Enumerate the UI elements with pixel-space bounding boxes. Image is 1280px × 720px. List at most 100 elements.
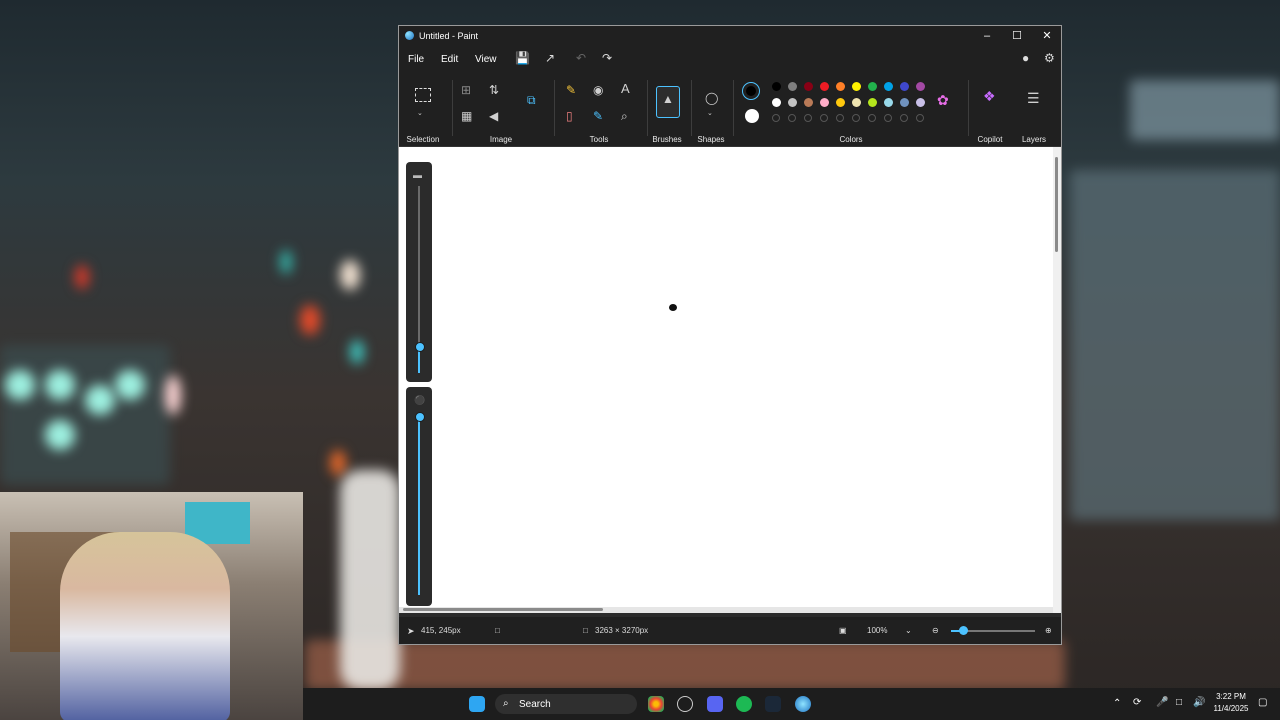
webcam-person bbox=[60, 532, 230, 720]
secondary-color-swatch[interactable] bbox=[745, 109, 759, 123]
settings-gear-icon[interactable]: ⚙ bbox=[1044, 51, 1055, 65]
volume-icon[interactable]: 🔊 bbox=[1193, 697, 1205, 708]
horizontal-scroll-thumb[interactable] bbox=[403, 608, 603, 611]
eraser-icon[interactable]: ▯ bbox=[566, 110, 573, 122]
drawing-canvas[interactable]: ▬ ⚫ bbox=[399, 147, 1055, 613]
palette-swatch[interactable] bbox=[916, 82, 925, 91]
palette-swatch[interactable] bbox=[868, 82, 877, 91]
opacity-track-fill bbox=[418, 415, 420, 595]
palette-swatch[interactable] bbox=[788, 82, 797, 91]
zoom-level[interactable]: 100% bbox=[867, 626, 887, 635]
zoom-out-icon[interactable]: ⊖ bbox=[932, 626, 939, 635]
palette-swatch[interactable] bbox=[916, 98, 925, 107]
fit-to-window-icon[interactable]: ▣ bbox=[839, 626, 847, 635]
canvas-size-icon: □ bbox=[583, 626, 588, 635]
palette-swatch[interactable] bbox=[772, 82, 781, 91]
maximize-icon[interactable]: ☐ bbox=[1002, 28, 1032, 44]
palette-swatch[interactable] bbox=[852, 82, 861, 91]
taskbar-search[interactable]: ⌕ Search bbox=[495, 694, 637, 714]
zoom-slider-track[interactable] bbox=[951, 626, 1035, 635]
save-icon[interactable]: 💾 bbox=[515, 51, 530, 65]
vertical-scroll-thumb[interactable] bbox=[1055, 157, 1058, 252]
palette-swatch[interactable] bbox=[772, 98, 781, 107]
show-hidden-icons-chevron-icon[interactable]: ⌃ bbox=[1113, 698, 1121, 709]
palette-swatch[interactable] bbox=[836, 98, 845, 107]
palette-swatch[interactable] bbox=[900, 98, 909, 107]
discord-icon[interactable] bbox=[707, 696, 723, 712]
empty-custom-swatch[interactable] bbox=[916, 114, 924, 122]
opacity-slider-thumb[interactable] bbox=[415, 412, 425, 422]
brush-size-slider-thumb[interactable] bbox=[415, 342, 425, 352]
empty-custom-swatch[interactable] bbox=[900, 114, 908, 122]
share-icon[interactable]: ↗ bbox=[545, 51, 555, 65]
palette-swatch[interactable] bbox=[852, 98, 861, 107]
palette-swatch[interactable] bbox=[788, 98, 797, 107]
palette-swatch[interactable] bbox=[884, 98, 893, 107]
notification-icon[interactable]: ▢ bbox=[1258, 697, 1267, 708]
group-label-tools: Tools bbox=[589, 135, 609, 144]
empty-custom-swatch[interactable] bbox=[804, 114, 812, 122]
vertical-scrollbar[interactable] bbox=[1053, 147, 1061, 613]
sync-icon[interactable]: ⟳ bbox=[1133, 697, 1141, 708]
background-removal-icon[interactable]: ▦ bbox=[461, 110, 472, 122]
palette-swatch[interactable] bbox=[804, 98, 813, 107]
palette-swatch[interactable] bbox=[820, 98, 829, 107]
empty-custom-swatch[interactable] bbox=[820, 114, 828, 122]
palette-swatch[interactable] bbox=[868, 98, 877, 107]
empty-custom-swatch[interactable] bbox=[772, 114, 780, 122]
close-icon[interactable]: ✕ bbox=[1032, 28, 1062, 44]
horizontal-scrollbar[interactable] bbox=[399, 607, 1055, 613]
network-icon[interactable]: □ bbox=[1176, 697, 1182, 708]
selection-dropdown-icon[interactable]: ⌄ bbox=[417, 108, 423, 120]
menu-view[interactable]: View bbox=[475, 54, 497, 65]
paint-taskbar-icon[interactable] bbox=[795, 696, 811, 712]
pencil-icon[interactable]: ✎ bbox=[566, 84, 576, 96]
brushes-button[interactable]: ▲ bbox=[656, 86, 680, 118]
group-label-selection: Selection bbox=[406, 135, 440, 144]
chrome-icon[interactable] bbox=[648, 696, 664, 712]
palette-swatch[interactable] bbox=[804, 82, 813, 91]
palette-swatch[interactable] bbox=[820, 82, 829, 91]
clock-time[interactable]: 3:22 PM bbox=[1210, 692, 1252, 701]
copilot-icon[interactable]: ❖ bbox=[983, 89, 996, 103]
empty-custom-swatch[interactable] bbox=[788, 114, 796, 122]
palette-swatch[interactable] bbox=[900, 82, 909, 91]
status-bar: ➤ 415, 245px □ □ 3263 × 3270px ▣ 100% ⌄ … bbox=[399, 617, 1061, 644]
resize-icon[interactable]: ⇅ bbox=[489, 84, 499, 96]
menu-file[interactable]: File bbox=[408, 54, 424, 65]
redo-icon[interactable]: ↷ bbox=[602, 51, 612, 65]
zoom-in-icon[interactable]: ⊕ bbox=[1045, 626, 1052, 635]
layers-icon[interactable]: ☰ bbox=[1027, 91, 1040, 105]
steam-icon[interactable] bbox=[765, 696, 781, 712]
shapes-icon[interactable]: ◯ bbox=[705, 92, 718, 104]
magnifier-icon[interactable]: ⌕ bbox=[621, 110, 628, 122]
color-picker-icon[interactable]: ✎ bbox=[593, 110, 603, 122]
zoom-slider-thumb[interactable] bbox=[959, 626, 968, 635]
crop-icon[interactable]: ⊞ bbox=[461, 84, 471, 96]
chatgpt-icon[interactable] bbox=[677, 696, 693, 712]
windows-start-icon[interactable] bbox=[469, 696, 485, 712]
empty-custom-swatch[interactable] bbox=[884, 114, 892, 122]
empty-custom-swatch[interactable] bbox=[836, 114, 844, 122]
empty-custom-swatch[interactable] bbox=[852, 114, 860, 122]
shapes-dropdown-icon[interactable]: ⌄ bbox=[707, 108, 713, 120]
primary-color-slot[interactable] bbox=[742, 82, 760, 100]
palette-swatch[interactable] bbox=[884, 82, 893, 91]
menu-edit[interactable]: Edit bbox=[441, 54, 458, 65]
empty-custom-swatch[interactable] bbox=[868, 114, 876, 122]
spotify-icon[interactable] bbox=[736, 696, 752, 712]
undo-icon[interactable]: ↶ bbox=[576, 51, 586, 65]
palette-swatch[interactable] bbox=[836, 82, 845, 91]
rotate-icon[interactable]: ◀ bbox=[489, 110, 498, 122]
edit-colors-icon[interactable]: ✿ bbox=[937, 93, 949, 107]
image-generator-icon[interactable]: ⧉ bbox=[527, 94, 536, 106]
selection-tool-icon[interactable] bbox=[415, 88, 431, 102]
microphone-icon[interactable]: 🎤 bbox=[1156, 697, 1168, 708]
text-tool-icon[interactable]: A bbox=[621, 82, 630, 95]
zoom-dropdown-icon[interactable]: ⌄ bbox=[905, 626, 912, 635]
brush-size-icon: ▬ bbox=[413, 170, 422, 180]
account-icon[interactable]: ● bbox=[1022, 51, 1029, 65]
clock-date[interactable]: 11/4/2025 bbox=[1210, 704, 1252, 713]
fill-bucket-icon[interactable]: ◉ bbox=[593, 84, 603, 96]
minimize-icon[interactable]: – bbox=[972, 28, 1002, 44]
